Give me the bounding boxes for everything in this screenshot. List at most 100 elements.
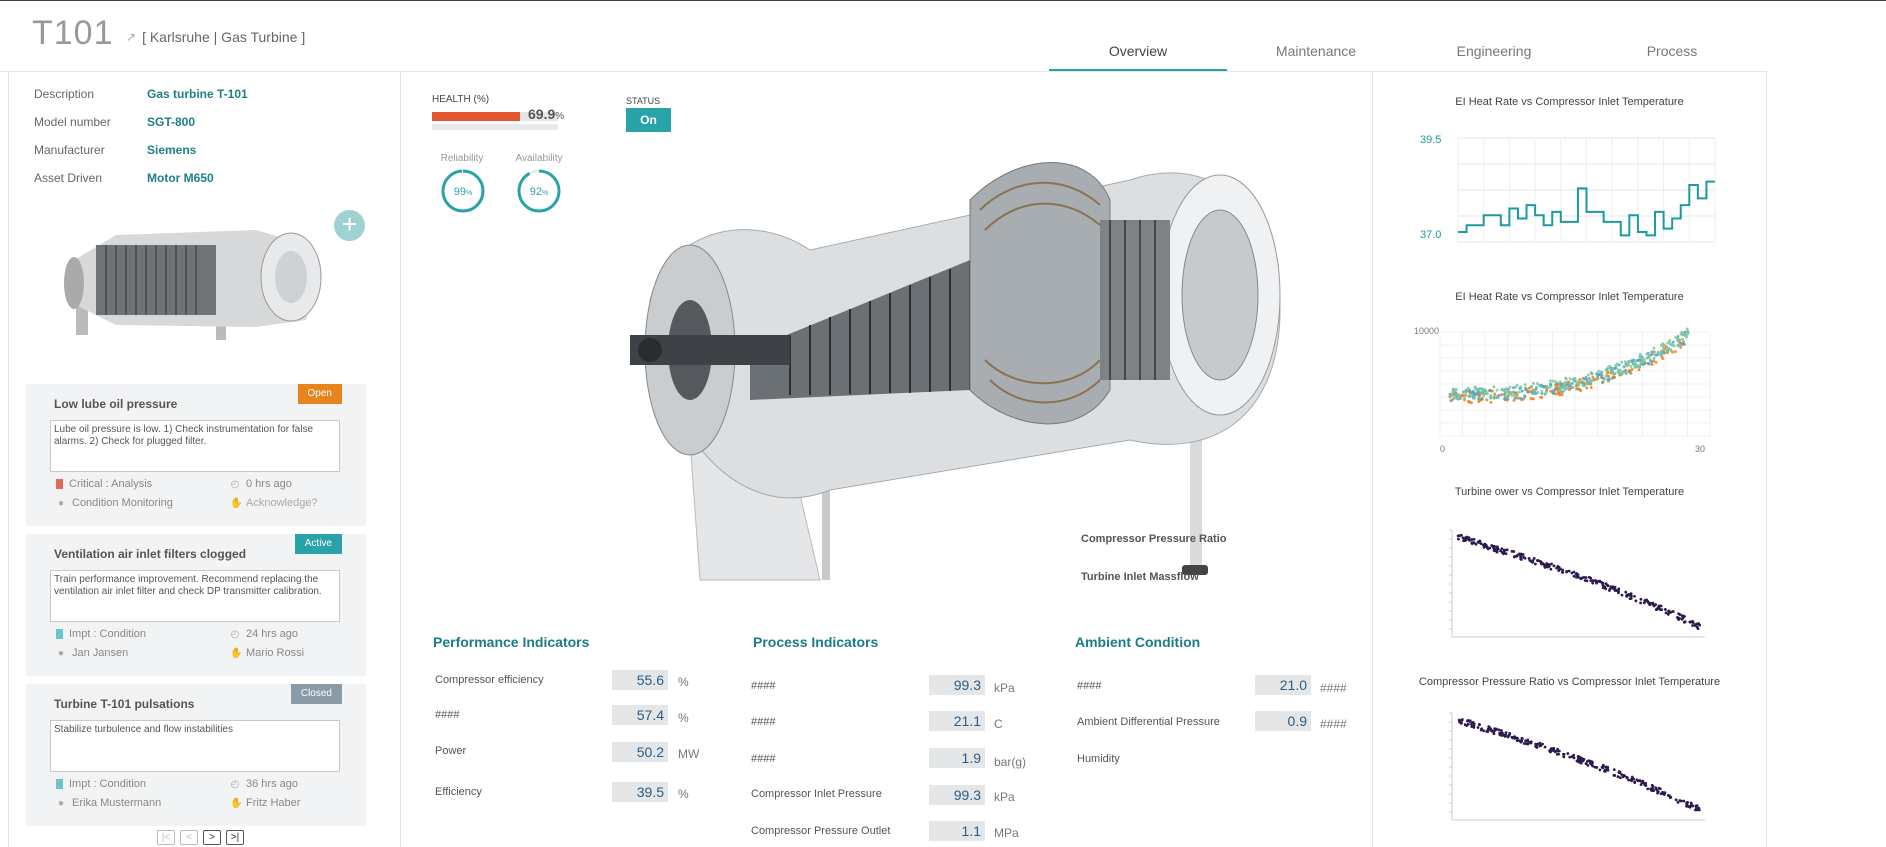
notification-card[interactable]: Turbine T-101 pulsations Closed Stabiliz… bbox=[26, 684, 366, 826]
pager-first-button[interactable]: |< bbox=[157, 830, 175, 845]
scatter-point bbox=[1688, 620, 1692, 624]
priority: Critical : Analysis bbox=[56, 478, 152, 490]
scatter-point bbox=[1548, 379, 1552, 383]
notification-card[interactable]: Ventilation air inlet filters clogged Ac… bbox=[26, 534, 366, 676]
performance-label: Power bbox=[435, 745, 467, 757]
scatter-point bbox=[1518, 390, 1522, 394]
scatter-point bbox=[1584, 576, 1588, 579]
pager-last-button[interactable]: >| bbox=[226, 830, 244, 845]
performance-unit: % bbox=[678, 711, 689, 725]
scatter-point bbox=[1682, 342, 1686, 346]
pager-next-button[interactable]: > bbox=[203, 830, 221, 845]
scatter-point bbox=[1629, 364, 1633, 368]
scatter-point bbox=[1518, 552, 1521, 556]
scatter-point bbox=[1638, 352, 1642, 356]
scatter-point bbox=[1633, 594, 1636, 598]
scatter-point bbox=[1673, 350, 1677, 354]
scatter-point bbox=[1661, 356, 1665, 360]
scatter-point bbox=[1646, 787, 1650, 791]
scatter-point bbox=[1502, 548, 1506, 552]
scatter-point bbox=[1520, 736, 1524, 740]
health-label: HEALTH (%) bbox=[432, 94, 490, 105]
scatter-point bbox=[1540, 390, 1544, 394]
scatter-point bbox=[1616, 775, 1620, 779]
notification-description[interactable]: Stabilize turbulence and flow instabilit… bbox=[50, 720, 340, 772]
scatter-point bbox=[1654, 353, 1658, 357]
scatter-point bbox=[1489, 394, 1493, 398]
scatter-point bbox=[1520, 389, 1524, 393]
scatter-point bbox=[1598, 580, 1602, 584]
priority: Impt : Condition bbox=[56, 778, 146, 790]
scatter-point bbox=[1488, 389, 1492, 393]
heat-rate-step-chart: 39.5 37.0 bbox=[1420, 134, 1716, 243]
notification-title: Low lube oil pressure bbox=[54, 397, 178, 411]
age-label: 0 hrs ago bbox=[246, 478, 292, 490]
scatter-point bbox=[1459, 721, 1463, 725]
scatter-point bbox=[1492, 385, 1496, 389]
scatter-point bbox=[1515, 739, 1519, 743]
clock-icon: ◴ bbox=[230, 778, 240, 790]
acknowledge[interactable]: ✋ Acknowledge? bbox=[230, 497, 318, 509]
process-unit: MPa bbox=[994, 826, 1019, 840]
scatter-point bbox=[1685, 327, 1689, 331]
scatter-point bbox=[1501, 551, 1504, 554]
scatter-point bbox=[1683, 620, 1687, 624]
scatter-point bbox=[1585, 579, 1589, 583]
scatter-point bbox=[1650, 352, 1654, 356]
info-value: Siemens bbox=[147, 143, 197, 157]
scatter-point bbox=[1572, 753, 1575, 757]
scatter-point bbox=[1680, 337, 1684, 341]
scatter-point bbox=[1539, 395, 1543, 399]
scatter-point bbox=[1555, 566, 1558, 570]
scatter-point bbox=[1677, 342, 1681, 346]
scatter-point bbox=[1556, 392, 1560, 396]
acknowledge[interactable]: ✋ Fritz Haber bbox=[230, 797, 300, 809]
reliability-label: Reliability bbox=[440, 153, 484, 164]
scatter-point bbox=[1504, 395, 1508, 399]
scatter-point bbox=[1637, 364, 1641, 368]
scatter-point bbox=[1519, 396, 1523, 400]
scatter-point bbox=[1549, 750, 1552, 754]
notification-description[interactable]: Train performance improvement. Recommend… bbox=[50, 570, 340, 622]
scatter-point bbox=[1563, 385, 1567, 389]
scatter-point bbox=[1552, 564, 1556, 568]
scatter-point bbox=[1486, 730, 1490, 734]
edit-pencil-icon[interactable]: ↗ bbox=[126, 30, 136, 44]
process-label: #### bbox=[751, 716, 776, 728]
ambient-unit: #### bbox=[1320, 717, 1347, 731]
scatter-point bbox=[1512, 555, 1516, 559]
tab-engineering[interactable]: Engineering bbox=[1405, 34, 1583, 72]
scatter-point bbox=[1526, 739, 1530, 743]
scatter-point bbox=[1637, 358, 1641, 362]
scatter-point bbox=[1634, 365, 1638, 369]
scatter-point bbox=[1522, 555, 1526, 559]
scatter-point bbox=[1601, 766, 1605, 770]
chart-title: Turbine ower vs Compressor Inlet Tempera… bbox=[1454, 486, 1685, 498]
performance-value: 55.6 bbox=[612, 670, 668, 690]
pager-prev-button[interactable]: < bbox=[180, 830, 198, 845]
add-button[interactable]: + bbox=[334, 210, 365, 241]
scatter-point bbox=[1608, 589, 1611, 592]
scatter-point bbox=[1627, 593, 1631, 596]
health-bar-baseline bbox=[432, 124, 558, 130]
notification-card[interactable]: Low lube oil pressure Open Lube oil pres… bbox=[26, 384, 366, 526]
scatter-point bbox=[1591, 581, 1595, 585]
scatter-point bbox=[1533, 562, 1537, 566]
tab-process[interactable]: Process bbox=[1583, 34, 1761, 72]
age: ◴ 36 hrs ago bbox=[230, 778, 298, 790]
scatter-point bbox=[1472, 722, 1476, 726]
info-label: Description bbox=[34, 87, 95, 101]
notification-description[interactable]: Lube oil pressure is low. 1) Check instr… bbox=[50, 420, 340, 472]
acknowledge[interactable]: ✋ Mario Rossi bbox=[230, 647, 304, 659]
tab-overview[interactable]: Overview bbox=[1049, 34, 1227, 72]
scatter-point bbox=[1644, 599, 1648, 603]
scatter-point bbox=[1671, 610, 1675, 613]
owner: ● Jan Jansen bbox=[56, 647, 128, 659]
scatter-point bbox=[1597, 373, 1601, 377]
performance-label: #### bbox=[435, 709, 460, 721]
scatter-point bbox=[1623, 360, 1627, 364]
tab-maintenance[interactable]: Maintenance bbox=[1227, 34, 1405, 72]
scatter-point bbox=[1540, 562, 1543, 566]
scatter-point bbox=[1550, 562, 1553, 566]
scatter-point bbox=[1629, 594, 1633, 598]
